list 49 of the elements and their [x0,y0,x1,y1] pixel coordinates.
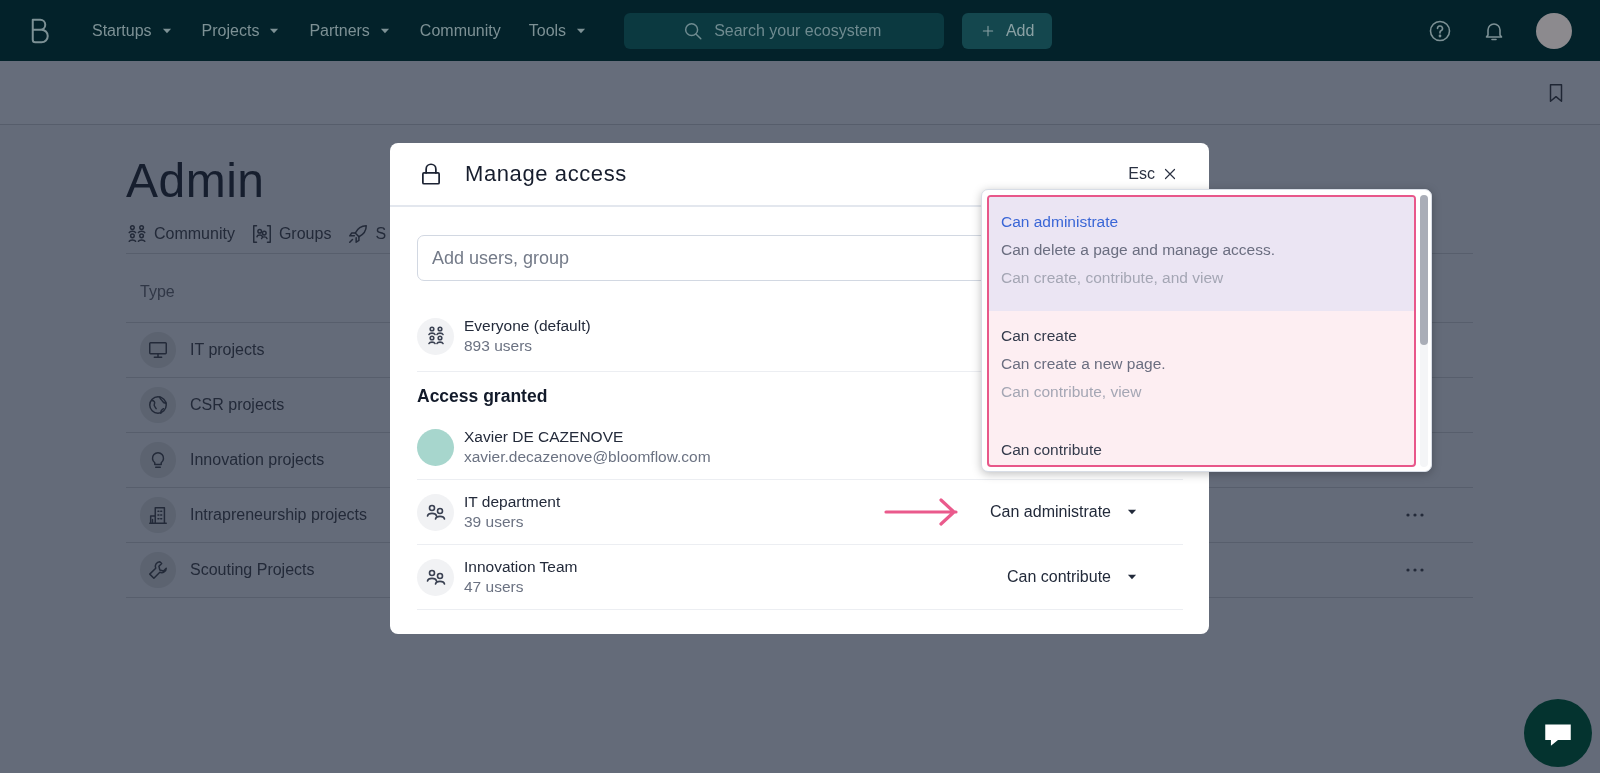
help-icon[interactable] [1428,18,1452,43]
scrollbar[interactable] [1420,195,1428,467]
close-button[interactable]: Esc [1128,165,1179,183]
tab[interactable]: Groups [250,223,332,245]
member-name: IT department [464,493,561,511]
nav-menu-item[interactable]: Projects [201,21,282,40]
option-title: Can administrate [1001,213,1120,231]
community-icon [126,223,148,245]
globe-icon [147,394,169,416]
groups-icon [250,223,273,245]
nav-menu-item[interactable]: Partners [309,21,392,40]
member-detail: 39 users [464,513,525,531]
scrollbar-thumb[interactable] [1420,195,1428,345]
building-icon [147,504,169,526]
profile-photo [417,428,454,466]
table-cell: Intrapreneurship projects [190,506,367,524]
nav-menu-item[interactable]: Tools [528,21,589,40]
member-name: Xavier DE CAZENOVE [464,428,625,446]
rocket-icon [347,223,370,245]
section-heading: Access granted [417,385,548,408]
option-title: Can create [1001,327,1078,345]
member-name: Everyone (default) [464,317,591,335]
option-title: Can contribute [1001,441,1103,459]
monitor-icon [147,339,169,361]
permission-dropdown[interactable]: Can contribute [1006,568,1139,586]
option-includes: Can contribute, view [1001,383,1143,401]
table-cell: Scouting Projects [190,561,315,579]
nav-menu-item[interactable]: Startups [92,21,174,40]
member-detail: 893 users [464,337,534,355]
user-avatar[interactable] [1536,12,1572,49]
table-cell: CSR projects [190,396,285,414]
tab[interactable]: S [347,223,387,245]
tab[interactable]: Community [126,223,235,245]
table-cell: IT projects [190,341,265,359]
nav-menu-item[interactable]: Community [419,21,501,40]
page-title: Admin [126,153,265,209]
member-detail: 47 users [464,578,525,596]
add-button[interactable]: Add [962,12,1053,49]
permission-option[interactable]: Can contribute [989,425,1414,465]
search-field[interactable]: Search your ecosystem [624,12,945,49]
table-cell: Innovation projects [190,451,325,469]
option-description: Can create a new page. [1001,355,1167,373]
permission-option[interactable]: Can create Can create a new page. Can contribute, view [989,311,1414,425]
permission-option[interactable]: Can administrate Can delete a page and manage access. Can create, contribute, and view [989,197,1414,311]
wrench-icon [147,559,169,581]
permission-dropdown[interactable]: Can administrate [990,503,1139,521]
dialog-title: Manage access [465,161,627,187]
member-name: Innovation Team [464,558,578,576]
member-detail: xavier.decazenove@bloomflow.com [464,448,711,466]
